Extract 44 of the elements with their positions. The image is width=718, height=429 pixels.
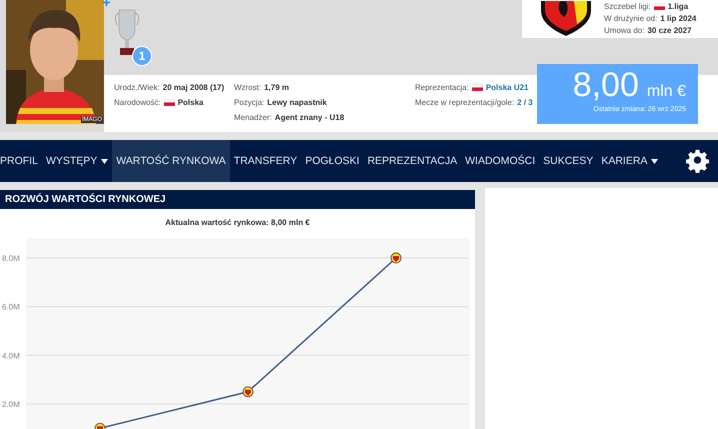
- trophy-count-badge: 1: [132, 46, 152, 66]
- nav-tab[interactable]: TRANSFERY: [230, 140, 302, 182]
- club-crest-marker[interactable]: [94, 422, 106, 429]
- info-link[interactable]: 2 / 3: [517, 98, 533, 107]
- club-detail: Szczebel ligi: 1.liga: [604, 2, 690, 11]
- caret-icon: [101, 158, 108, 164]
- axis-label: 2.0M: [2, 400, 20, 409]
- info-label: Reprezentacja:: [415, 83, 469, 92]
- club-crest-marker[interactable]: [242, 386, 254, 398]
- nav-tab[interactable]: REPREZENTACJA: [363, 140, 462, 182]
- info-label: Mecze w reprezentacji/gole:: [415, 98, 514, 107]
- club-detail: Umowa do: 30 cze 2027: [604, 26, 693, 35]
- info-link[interactable]: Polska U21: [486, 83, 529, 92]
- info-label: Urodz./Wiek:: [114, 83, 160, 92]
- info-value: Polska: [178, 98, 204, 107]
- club-detail: W drużynie od: 1 lip 2024: [604, 14, 696, 23]
- info-label: Narodowość:: [114, 98, 161, 107]
- caret-icon: [651, 158, 658, 164]
- axis-label: 4.0M: [2, 351, 20, 360]
- poland-flag-icon: [472, 84, 483, 91]
- info-value: Lewy napastnik: [267, 98, 327, 107]
- nav-tab[interactable]: PROFIL: [0, 140, 42, 182]
- poland-flag-icon: [164, 99, 175, 106]
- info-value: 20 maj 2008 (17): [162, 83, 224, 92]
- nav-tab[interactable]: WARTOŚĆ RYNKOWA: [112, 140, 230, 182]
- info-value: 1,79 m: [264, 83, 290, 92]
- info-value: Agent znany - U18: [274, 113, 344, 122]
- nav-tab[interactable]: WIADOMOŚCI: [461, 140, 540, 182]
- axis-label: 8.0M: [2, 254, 20, 263]
- nav-tab[interactable]: POGŁOSKI: [301, 140, 364, 182]
- info-label: Wzrost:: [234, 83, 262, 92]
- axis-label: 6.0M: [2, 302, 20, 312]
- club-crest-icon[interactable]: [538, 1, 594, 37]
- chart-title: Aktualna wartość rynkowa: 8,00 mln €: [165, 218, 310, 227]
- market-value-unit: mln €: [646, 83, 686, 101]
- section-title: ROZWÓJ WARTOŚCI RYNKOWEJ: [0, 190, 475, 209]
- nav-tab[interactable]: WYSTĘPY: [42, 140, 112, 182]
- nav-tab[interactable]: SUKCESY: [539, 140, 598, 182]
- info-label: Menadżer:: [234, 113, 272, 122]
- nav-tab[interactable]: KARIERA: [597, 140, 662, 182]
- poland-flag-icon: [654, 3, 665, 10]
- info-label: Pozycja:: [234, 98, 264, 107]
- market-value-amount: 8,00: [572, 65, 639, 106]
- settings-icon[interactable]: [686, 149, 710, 173]
